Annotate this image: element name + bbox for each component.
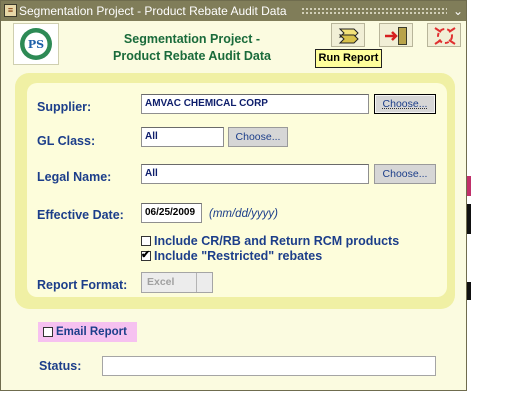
legal-name-field[interactable]: All (141, 164, 369, 184)
report-format-value: Excel (147, 276, 175, 288)
gl-class-field[interactable]: All (141, 127, 224, 147)
title-bar[interactable]: ≡ Segmentation Project - Product Rebate … (1, 1, 466, 21)
heading-line-2: Product Rebate Audit Data (113, 49, 271, 63)
exit-button[interactable] (379, 23, 413, 47)
effective-date-label: Effective Date: (37, 208, 124, 222)
minimize-button[interactable]: ⌄ (451, 3, 465, 19)
effective-date-field[interactable]: 06/25/2009 (141, 203, 202, 223)
supplier-choose-button[interactable]: Choose... (374, 94, 436, 114)
heading-line-1: Segmentation Project - (123, 32, 261, 46)
window-title: Segmentation Project - Product Rebate Au… (19, 4, 287, 18)
legal-name-label: Legal Name: (37, 170, 112, 184)
include-restricted-option[interactable]: Include "Restricted" rebates (141, 248, 323, 263)
side-marker (467, 204, 471, 234)
include-crrb-checkbox[interactable] (141, 236, 151, 246)
email-report-checkbox[interactable] (43, 327, 53, 337)
email-report-label: Email Report (56, 326, 127, 338)
clear-form-button[interactable] (427, 23, 461, 47)
company-logo: PS (13, 23, 59, 65)
side-marker (467, 282, 471, 300)
exit-door-icon (385, 27, 407, 45)
supplier-label: Supplier: (37, 100, 92, 114)
include-restricted-label: Include "Restricted" rebates (154, 249, 323, 263)
report-format-select[interactable]: Excel (141, 272, 213, 293)
criteria-panel-inner (27, 83, 447, 297)
gl-class-choose-button[interactable]: Choose... (228, 127, 288, 147)
report-format-label: Report Format: (37, 278, 128, 292)
email-report-option[interactable]: Email Report (38, 322, 137, 342)
run-report-button[interactable] (331, 23, 365, 47)
app-menu-icon[interactable]: ≡ (4, 4, 17, 17)
status-label: Status: (39, 359, 82, 373)
app-window: ≡ Segmentation Project - Product Rebate … (0, 0, 467, 391)
page-heading: Segmentation Project - Product Rebate Au… (61, 31, 323, 65)
include-restricted-checkbox[interactable] (141, 248, 151, 261)
supplier-field[interactable]: AMVAC CHEMICAL CORP (141, 94, 369, 114)
legal-name-choose-button[interactable]: Choose... (374, 164, 436, 184)
clear-icon (434, 27, 456, 45)
gl-class-label: GL Class: (37, 134, 96, 148)
dropdown-arrow-icon[interactable] (196, 273, 212, 292)
date-format-hint: (mm/dd/yyyy) (209, 208, 278, 220)
include-crrb-label: Include CR/RB and Return RCM products (154, 234, 400, 248)
run-report-tooltip: Run Report (315, 49, 382, 68)
title-grip[interactable] (301, 7, 447, 15)
run-report-icon (338, 28, 359, 44)
logo-text: PS (28, 38, 44, 51)
include-crrb-option[interactable]: Include CR/RB and Return RCM products (141, 234, 399, 248)
side-marker (467, 176, 471, 196)
status-field (102, 356, 436, 376)
logo-icon: PS (20, 28, 52, 60)
